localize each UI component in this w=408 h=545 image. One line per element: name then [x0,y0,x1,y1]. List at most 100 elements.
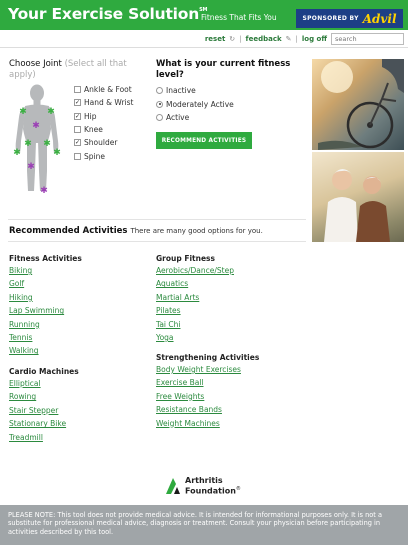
activity-link-yoga[interactable]: Yoga [156,331,234,344]
shoulder-marker-icon[interactable]: ✱ [19,107,27,117]
hand-marker-icon[interactable]: ✱ [53,148,61,158]
ankle-marker-icon[interactable]: ✱ [40,186,48,196]
radio-button-selected[interactable] [156,100,163,108]
activity-link-stair-stepper[interactable]: Stair Stepper [9,404,66,417]
checkbox-label: Spine [84,151,105,161]
header-divider [0,47,408,48]
joint-option-shoulder[interactable]: ✓ Shoulder [74,136,133,149]
activity-link-lap-swimming[interactable]: Lap Swimming [9,304,64,317]
sponsor-brand-logo: Advil [362,11,397,26]
refresh-icon: ↻ [229,35,236,43]
fitness-option-active[interactable]: Active [156,111,234,125]
radio-button[interactable] [156,114,163,122]
feedback-link[interactable]: feedback [246,35,282,43]
joint-option-knee[interactable]: Knee [74,123,133,136]
checkbox-label: Ankle & Foot [84,85,132,95]
activity-link-free-weights[interactable]: Free Weights [156,390,241,403]
arthritis-foundation-wordmark: Arthritis Foundation® [185,476,241,496]
search-input[interactable] [331,33,404,45]
checkbox-label: Hip [84,111,97,121]
joint-checkbox-list: Ankle & Foot ✓ Hand & Wrist ✓ Hip Knee ✓ Sh… [74,83,133,163]
senior-couple-photo [312,152,404,242]
group-fitness-list: Aerobics/Dance/Step Aquatics Martial Art… [156,264,234,344]
category-cardio-machines: Cardio Machines [9,367,79,376]
log-off-link[interactable]: log off [302,35,327,43]
activity-link-tennis[interactable]: Tennis [9,331,64,344]
pencil-icon: ✎ [285,35,292,43]
activity-link-walking[interactable]: Walking [9,344,64,357]
checkbox-checked[interactable]: ✓ [74,112,81,120]
toolbar-separator: | [239,35,242,43]
sponsor-label: SPONSORED BY [302,15,359,22]
body-figure[interactable]: ✱ ✱ ✱ ✱ ✱ ✱ ✱ ✱ ✱ [9,83,66,198]
hip-marker-icon[interactable]: ✱ [24,139,32,149]
section-divider [8,219,306,220]
activity-link-resistance-bands[interactable]: Resistance Bands [156,403,241,416]
joint-option-hand-wrist[interactable]: ✓ Hand & Wrist [74,96,133,109]
fitness-activities-list: Biking Golf Hiking Lap Swimming Running … [9,264,64,358]
registered-mark: ® [235,486,241,493]
choose-joint-heading: Choose Joint (Select all that apply) [9,59,127,80]
sponsor-banner[interactable]: SPONSORED BY Advil [296,9,403,28]
checkbox-label: Knee [84,125,103,135]
fitness-level-options: Inactive Moderately Active Active [156,84,234,125]
activity-link-exercise-ball[interactable]: Exercise Ball [156,376,241,389]
section-divider [8,241,306,242]
checkbox[interactable] [74,152,81,160]
activity-link-rowing[interactable]: Rowing [9,390,66,403]
activity-link-golf[interactable]: Golf [9,277,64,290]
app-header: Your Exercise SolutionSM Fitness That Fi… [0,0,408,30]
fitness-option-inactive[interactable]: Inactive [156,84,234,98]
category-strengthening-activities: Strengthening Activities [156,353,260,362]
fitness-level-question: What is your current fitness level? [156,59,291,80]
checkbox-label: Hand & Wrist [84,98,134,108]
activity-link-treadmill[interactable]: Treadmill [9,431,66,444]
radio-label: Inactive [166,86,196,96]
cyclists-photo [312,59,404,150]
medical-disclaimer-footer: PLEASE NOTE: This tool does not provide … [0,505,408,545]
activity-link-martial-arts[interactable]: Martial Arts [156,291,234,304]
reset-link[interactable]: reset [205,35,225,43]
recommended-activities-subtitle: There are many good options for you. [130,227,263,235]
arthritis-foundation-logo-icon [166,478,180,494]
activity-link-elliptical[interactable]: Elliptical [9,377,66,390]
strengthening-activities-list: Body Weight Exercises Exercise Ball Free… [156,363,241,430]
fitness-option-moderately-active[interactable]: Moderately Active [156,98,234,112]
activity-link-pilates[interactable]: Pilates [156,304,234,317]
toolbar: reset ↻ | feedback ✎ | log off [205,33,404,45]
checkbox-label: Shoulder [84,138,118,148]
toolbar-separator: | [295,35,298,43]
radio-label: Active [166,113,190,123]
checkbox[interactable] [74,86,81,94]
checkbox-checked[interactable]: ✓ [74,99,81,107]
recommend-activities-button[interactable]: RECOMMEND ACTIVITIES [156,132,252,149]
activity-link-running[interactable]: Running [9,318,64,331]
hand-marker-icon[interactable]: ✱ [13,148,21,158]
radio-button[interactable] [156,87,163,95]
activity-link-tai-chi[interactable]: Tai Chi [156,318,234,331]
activity-link-weight-machines[interactable]: Weight Machines [156,417,241,430]
checkbox[interactable] [74,126,81,134]
cardio-machines-list: Elliptical Rowing Stair Stepper Stationa… [9,377,66,444]
knee-marker-icon[interactable]: ✱ [27,162,35,172]
recommended-activities-heading: Recommended Activities There are many go… [9,226,263,236]
activity-link-aquatics[interactable]: Aquatics [156,277,234,290]
app-tagline: Fitness That Fits You [201,13,277,22]
category-fitness-activities: Fitness Activities [9,254,82,263]
category-group-fitness: Group Fitness [156,254,215,263]
activity-link-biking[interactable]: Biking [9,264,64,277]
activity-link-hiking[interactable]: Hiking [9,291,64,304]
joint-option-ankle-foot[interactable]: Ankle & Foot [74,83,133,96]
checkbox-checked[interactable]: ✓ [74,139,81,147]
spine-marker-icon[interactable]: ✱ [32,121,40,131]
activity-link-body-weight-exercises[interactable]: Body Weight Exercises [156,363,241,376]
arthritis-foundation-logo[interactable]: Arthritis Foundation® [164,476,241,496]
radio-label: Moderately Active [166,99,234,109]
joint-option-spine[interactable]: Spine [74,149,133,162]
shoulder-marker-icon[interactable]: ✱ [47,107,55,117]
joint-option-hip[interactable]: ✓ Hip [74,110,133,123]
hip-marker-icon[interactable]: ✱ [43,139,51,149]
activity-link-stationary-bike[interactable]: Stationary Bike [9,417,66,430]
app-title: Your Exercise SolutionSM [8,5,208,23]
activity-link-aerobics-dance-step[interactable]: Aerobics/Dance/Step [156,264,234,277]
